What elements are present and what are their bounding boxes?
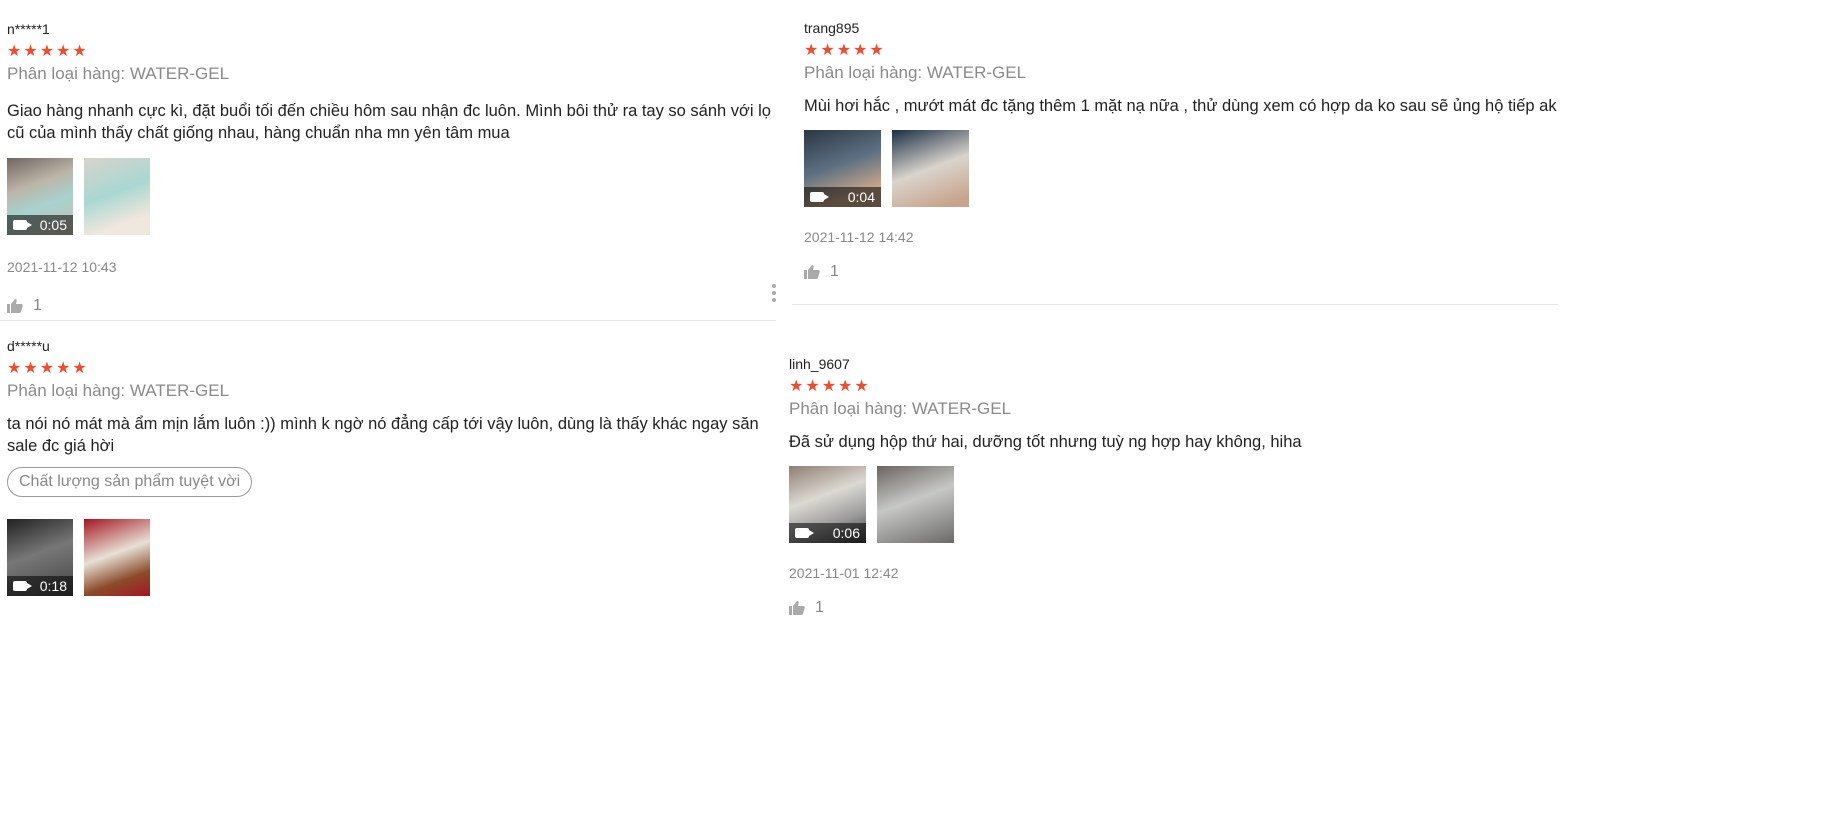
star-icon: ★ [23, 43, 38, 60]
review-media: 0:04 [804, 130, 1564, 207]
like-count: 1 [33, 297, 42, 314]
thumbs-up-icon [7, 299, 23, 313]
video-duration: 0:06 [832, 525, 860, 541]
star-icon: ★ [789, 378, 804, 395]
like-count: 1 [815, 599, 824, 616]
video-camera-icon [13, 581, 32, 591]
review-card: trang895 ★ ★ ★ ★ ★ Phân loại hàng: WATER-GEL… [804, 19, 1564, 281]
review-image-thumbnail[interactable] [84, 158, 150, 235]
star-icon: ★ [7, 360, 22, 377]
review-media: 0:06 [789, 466, 1559, 543]
like-button[interactable]: 1 [804, 263, 1564, 281]
star-icon: ★ [72, 43, 87, 60]
review-username: linh_9607 [789, 356, 850, 372]
star-icon: ★ [820, 42, 835, 59]
review-variant: Phân loại hàng: WATER-GEL [789, 399, 1012, 418]
star-icon: ★ [821, 378, 837, 395]
review-variant: Phân loại hàng: WATER-GEL [804, 63, 1027, 82]
review-video-thumbnail[interactable]: 0:06 [789, 466, 866, 543]
like-count: 1 [830, 263, 839, 280]
review-timestamp: 2021-11-01 12:42 [789, 565, 899, 581]
star-icon: ★ [804, 42, 819, 59]
more-vertical-icon[interactable] [772, 284, 776, 305]
review-divider [0, 320, 776, 321]
review-text: Giao hàng nhanh cực kì, đặt buổi tối đến… [7, 102, 771, 142]
star-icon: ★ [836, 42, 852, 59]
star-rating: ★ ★ ★ ★ ★ [7, 42, 777, 62]
like-button[interactable]: 1 [7, 297, 777, 315]
star-icon: ★ [72, 360, 87, 377]
review-video-thumbnail[interactable]: 0:04 [804, 130, 881, 207]
star-rating: ★ ★ ★ ★ ★ [789, 377, 1559, 397]
review-image-thumbnail[interactable] [84, 519, 150, 596]
review-timestamp: 2021-11-12 10:43 [7, 259, 117, 275]
review-divider [792, 304, 1558, 305]
star-icon: ★ [23, 360, 38, 377]
thumbs-up-icon [789, 601, 805, 615]
like-button[interactable]: 1 [789, 599, 1559, 617]
review-card: linh_9607 ★ ★ ★ ★ ★ Phân loại hàng: WATER-GE… [789, 355, 1559, 617]
review-tag: Chất lượng sản phẩm tuyệt vời [7, 467, 253, 497]
star-icon: ★ [56, 43, 71, 60]
video-camera-icon [795, 528, 814, 538]
star-icon: ★ [7, 43, 22, 60]
thumbs-up-icon [804, 265, 820, 279]
review-text: Mùi hơi hắc , mướt mát đc tặng thêm 1 mặ… [804, 97, 1557, 115]
review-text: Đã sử dụng hộp thứ hai, dưỡng tốt nhưng … [789, 433, 1302, 451]
review-username: d*****u [7, 338, 50, 354]
video-duration: 0:05 [39, 217, 67, 233]
video-duration: 0:04 [847, 189, 875, 205]
review-media: 0:18 [7, 519, 777, 596]
review-username: n*****1 [7, 21, 50, 37]
review-card: n*****1 ★ ★ ★ ★ ★ Phân loại hàng: WATER-GEL … [7, 20, 777, 315]
star-icon: ★ [869, 42, 884, 59]
star-icon: ★ [838, 378, 853, 395]
star-icon: ★ [39, 43, 55, 60]
star-rating: ★ ★ ★ ★ ★ [804, 41, 1564, 61]
star-rating: ★ ★ ★ ★ ★ [7, 359, 777, 379]
review-video-thumbnail[interactable]: 0:05 [7, 158, 73, 235]
star-icon: ★ [39, 360, 55, 377]
star-icon: ★ [805, 378, 820, 395]
video-camera-icon [810, 192, 829, 202]
review-image-thumbnail[interactable] [892, 130, 969, 207]
star-icon: ★ [56, 360, 71, 377]
review-timestamp: 2021-11-12 14:42 [804, 229, 914, 245]
review-card: d*****u ★ ★ ★ ★ ★ Phân loại hàng: WATER-GEL … [7, 337, 777, 596]
review-image-thumbnail[interactable] [877, 466, 954, 543]
review-media: 0:05 [7, 158, 777, 235]
review-variant: Phân loại hàng: WATER-GEL [7, 64, 230, 83]
review-variant: Phân loại hàng: WATER-GEL [7, 381, 230, 400]
review-video-thumbnail[interactable]: 0:18 [7, 519, 73, 596]
video-camera-icon [13, 220, 32, 230]
review-text: ta nói nó mát mà ẩm mịn lắm luôn :)) mìn… [7, 415, 759, 455]
review-username: trang895 [804, 20, 860, 36]
star-icon: ★ [853, 42, 868, 59]
video-duration: 0:18 [39, 578, 67, 594]
star-icon: ★ [854, 378, 869, 395]
